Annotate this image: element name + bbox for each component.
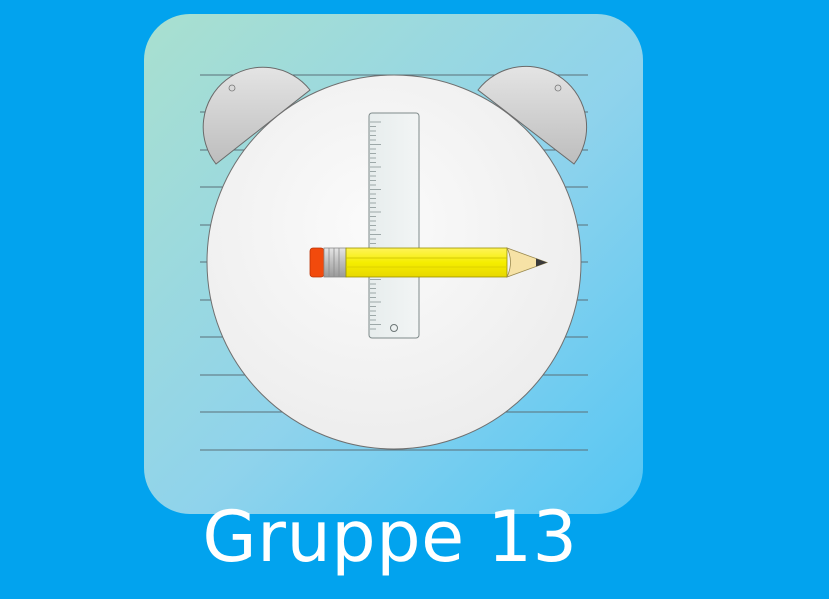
app-label[interactable]: Gruppe 13 — [150, 492, 630, 582]
pencil-icon — [309, 247, 549, 278]
ruler-icon — [368, 112, 420, 339]
